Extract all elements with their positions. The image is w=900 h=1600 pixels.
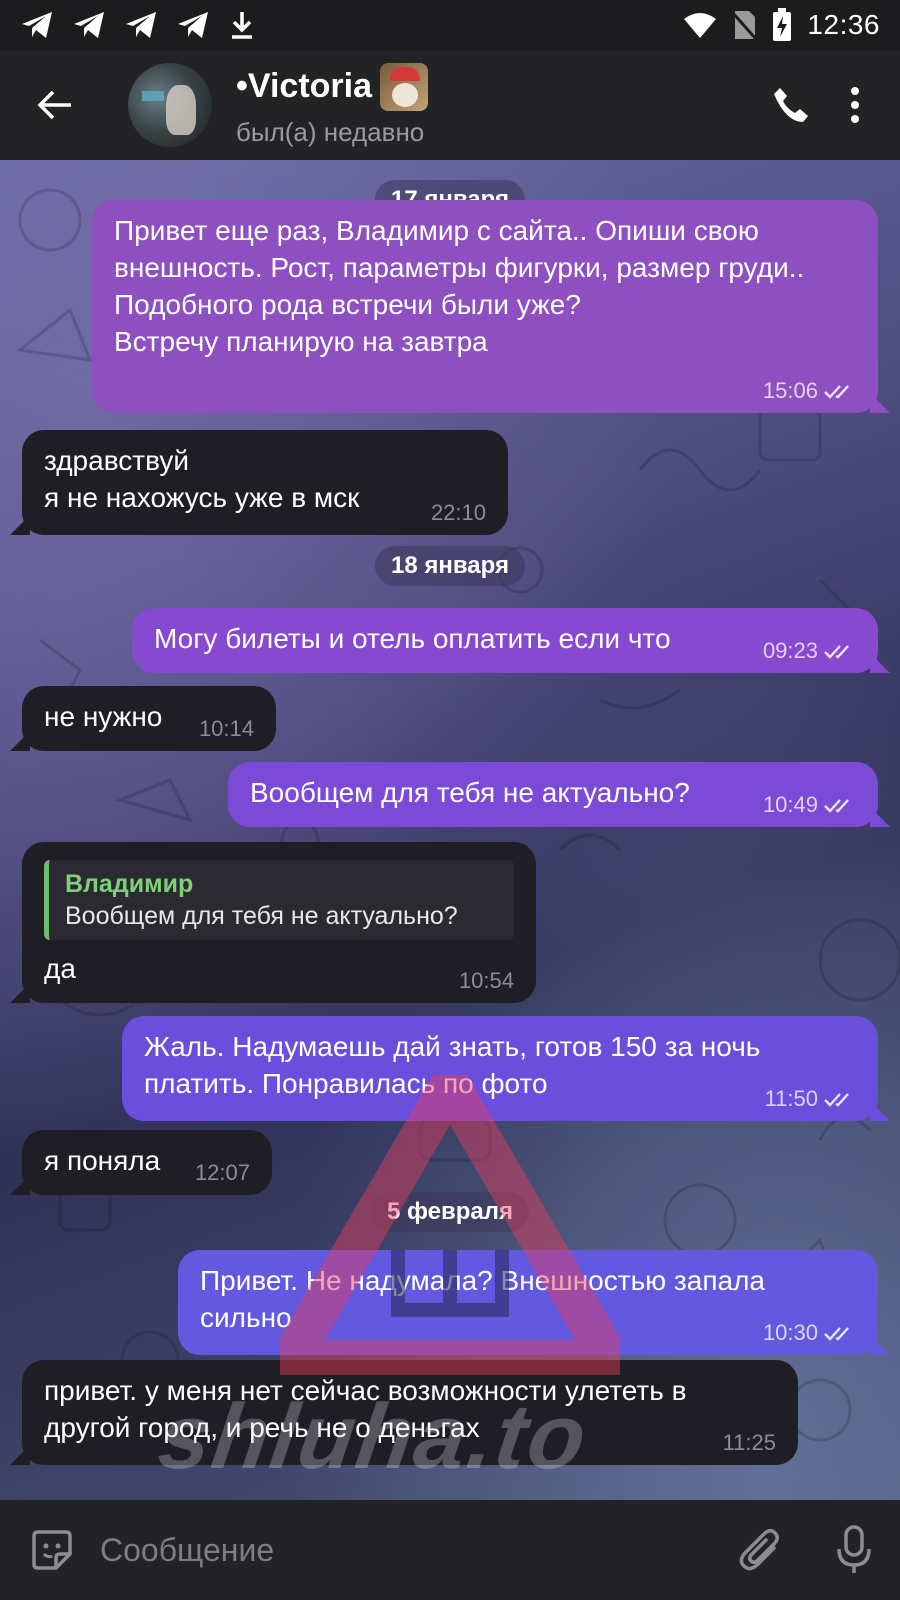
reply-author: Владимир <box>65 870 194 898</box>
chat-header: •Victoria был(а) недавно <box>0 50 900 160</box>
message-text: Жаль. Надумаешь дай знать, готов 150 за … <box>144 1031 769 1099</box>
message-time: 10:14 <box>198 716 254 741</box>
message-time: 12:07 <box>194 1160 250 1185</box>
reply-quote[interactable]: Владимир Вообщем для тебя не актуально? <box>44 860 514 940</box>
attach-paperclip-icon[interactable] <box>738 1526 782 1574</box>
telegram-notification-icon <box>126 12 156 38</box>
no-sim-icon <box>731 11 758 40</box>
chat-title: •Victoria <box>236 67 372 105</box>
message-time: 10:54 <box>458 968 514 993</box>
more-menu-icon[interactable] <box>850 87 860 123</box>
telegram-notification-icon <box>74 12 104 38</box>
emoji-sticker-button-icon[interactable] <box>28 1526 76 1574</box>
telegram-notification-icon <box>178 12 208 38</box>
chat-area[interactable]: 17 января Привет еще раз, Владимир с сай… <box>0 160 900 1500</box>
double-check-icon <box>824 1092 849 1107</box>
message-text: я поняла <box>44 1145 161 1176</box>
message-incoming-reply[interactable]: Владимир Вообщем для тебя не актуально? … <box>22 842 536 1003</box>
status-bar: 12:36 <box>0 0 900 50</box>
double-check-icon <box>824 1326 849 1341</box>
chat-last-seen: был(а) недавно <box>236 116 425 147</box>
phone-call-icon[interactable] <box>772 86 810 124</box>
double-check-icon <box>824 798 849 813</box>
message-outgoing[interactable]: Могу билеты и отель оплатить если что 09… <box>132 608 878 673</box>
back-button[interactable] <box>0 50 110 160</box>
reply-text: Вообщем для тебя не актуально? <box>65 902 458 930</box>
message-text: да <box>44 953 76 984</box>
message-input[interactable]: Сообщение <box>100 1532 738 1569</box>
message-text: Привет. Не надумала? Внешностью запала с… <box>200 1265 773 1333</box>
telegram-notification-icon <box>22 12 52 38</box>
double-check-icon <box>824 644 849 659</box>
message-text: Могу билеты и отель оплатить если что <box>154 623 671 654</box>
message-outgoing[interactable]: Привет. Не надумала? Внешностью запала с… <box>178 1250 878 1355</box>
arrow-left-icon <box>37 90 71 120</box>
avatar[interactable] <box>128 63 212 147</box>
microphone-icon[interactable] <box>836 1525 872 1575</box>
message-outgoing[interactable]: Жаль. Надумаешь дай знать, готов 150 за … <box>122 1016 878 1121</box>
message-outgoing[interactable]: Привет еще раз, Владимир с сайта.. Опиши… <box>92 200 878 413</box>
message-outgoing[interactable]: Вообщем для тебя не актуально? 10:49 <box>228 762 878 827</box>
download-icon <box>232 12 252 39</box>
message-text: Привет еще раз, Владимир с сайта.. Опиши… <box>114 215 805 357</box>
message-incoming[interactable]: здравствуй я не нахожусь уже в мск 22:10 <box>22 430 508 535</box>
clock: 12:36 <box>807 9 880 40</box>
message-time: 15:06 <box>762 378 818 403</box>
message-text: Вообщем для тебя не актуально? <box>250 777 690 808</box>
message-incoming[interactable]: я поняла 12:07 <box>22 1130 272 1195</box>
chat-title-block[interactable]: •Victoria был(а) недавно <box>236 62 428 148</box>
message-input-bar: Сообщение <box>0 1500 900 1600</box>
wifi-icon <box>684 13 717 38</box>
notification-icons <box>20 10 256 40</box>
message-time: 09:23 <box>762 638 818 663</box>
double-check-icon <box>824 384 849 399</box>
message-time: 11:50 <box>764 1086 818 1111</box>
message-text: здравствуй я не нахожусь уже в мск <box>44 445 360 513</box>
message-time: 10:49 <box>762 792 818 817</box>
emoji-sticker-icon <box>380 62 428 111</box>
message-time: 22:10 <box>430 500 486 525</box>
message-time: 10:30 <box>762 1320 818 1345</box>
watermark-text: shluha.to <box>152 1386 595 1488</box>
date-separator: 5 февраля <box>370 1192 530 1232</box>
battery-charging-icon <box>773 8 792 41</box>
message-text: не нужно <box>44 701 163 732</box>
message-time: 11:25 <box>722 1430 776 1455</box>
date-separator: 18 января <box>375 546 525 586</box>
message-incoming[interactable]: не нужно 10:14 <box>22 686 276 751</box>
